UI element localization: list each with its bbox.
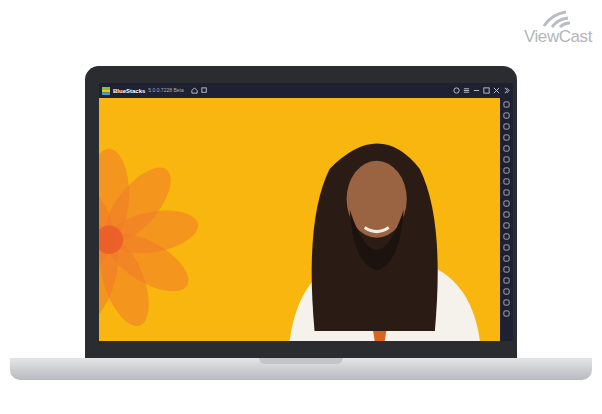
toolbar-tool-icon[interactable]	[503, 134, 510, 141]
toolbar-tool-icon[interactable]	[503, 299, 510, 306]
toolbar-tool-icon[interactable]	[503, 222, 510, 229]
toolbar-tool-icon[interactable]	[503, 178, 510, 185]
toolbar-tool-icon[interactable]	[503, 189, 510, 196]
menu-icon[interactable]	[463, 87, 470, 94]
window-title: BlueStacks	[113, 88, 145, 94]
toolbar-tool-icon[interactable]	[503, 101, 510, 108]
signal-icon	[538, 6, 578, 28]
toolbar-tool-icon[interactable]	[503, 211, 510, 218]
toolbar-tool-icon[interactable]	[503, 156, 510, 163]
app-content	[99, 98, 500, 341]
collapse-icon[interactable]	[503, 87, 510, 94]
window-version: 5.0.0.7228 Beta	[148, 88, 183, 93]
toolbar-tool-icon[interactable]	[503, 266, 510, 273]
maximize-icon[interactable]	[483, 87, 490, 94]
logo-text: ViewCast	[524, 28, 592, 46]
toolbar-tool-icon[interactable]	[503, 255, 510, 262]
window-body	[99, 98, 513, 341]
help-icon[interactable]	[453, 87, 460, 94]
toolbar-tool-icon[interactable]	[503, 145, 510, 152]
app-photo	[99, 98, 500, 341]
toolbar-tool-icon[interactable]	[503, 112, 510, 119]
bluestacks-window: BlueStacks5.0.0.7228 Beta	[99, 83, 513, 341]
laptop-screen-bezel: BlueStacks5.0.0.7228 Beta	[85, 66, 517, 358]
viewcast-logo: ViewCast	[524, 6, 592, 46]
multi-instance-icon[interactable]	[201, 87, 208, 94]
toolbar-tool-icon[interactable]	[503, 277, 510, 284]
title-bar: BlueStacks5.0.0.7228 Beta	[99, 83, 513, 98]
toolbar-tool-icon[interactable]	[503, 288, 510, 295]
toolbar-tool-icon[interactable]	[503, 167, 510, 174]
home-icon[interactable]	[191, 87, 198, 94]
toolbar-tool-icon[interactable]	[503, 244, 510, 251]
close-icon[interactable]	[493, 87, 500, 94]
toolbar-tool-icon[interactable]	[503, 200, 510, 207]
minimize-icon[interactable]	[473, 87, 480, 94]
page: ViewCast BlueStacks5.0.0.7228 Beta	[0, 0, 602, 414]
side-toolbar	[500, 98, 513, 341]
toolbar-tool-icon[interactable]	[503, 233, 510, 240]
laptop-base	[10, 358, 592, 380]
bluestacks-logo-icon	[102, 87, 110, 95]
laptop-notch	[259, 358, 343, 364]
toolbar-tool-icon[interactable]	[503, 310, 510, 317]
toolbar-tool-icon[interactable]	[503, 123, 510, 130]
